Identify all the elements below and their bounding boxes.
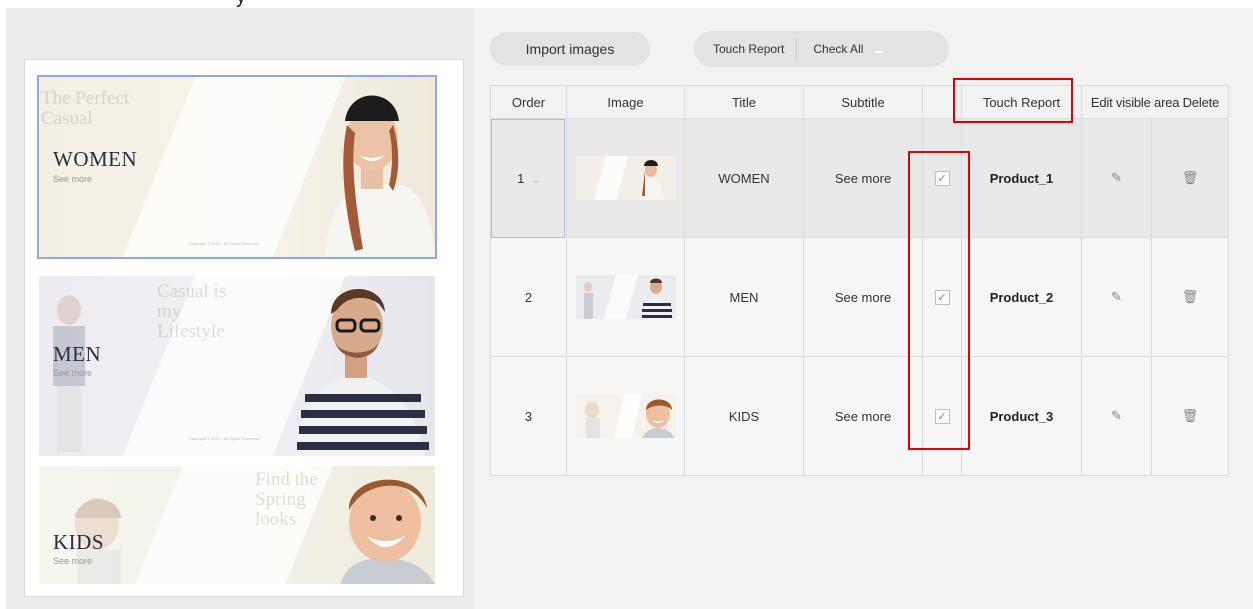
check-all-dropdown[interactable]: Check All bbox=[797, 42, 884, 56]
checkbox-column-highlight bbox=[908, 151, 970, 450]
header-subtitle: Subtitle bbox=[803, 85, 923, 119]
thumbnail-image bbox=[575, 394, 676, 438]
trash-icon[interactable]: 🗑 bbox=[1182, 408, 1199, 423]
header-edit-delete: Edit visible area Delete bbox=[1081, 85, 1229, 119]
touch-report-value: Product_3 bbox=[989, 408, 1054, 424]
banner-title: MEN bbox=[53, 342, 102, 366]
pencil-icon[interactable]: ✎ bbox=[1111, 289, 1122, 304]
thumbnail-image bbox=[575, 275, 676, 319]
banner-title: WOMEN bbox=[53, 147, 138, 171]
thumbnail-men[interactable] bbox=[575, 275, 676, 319]
banner-subtitle: See more bbox=[53, 368, 93, 378]
banner-men[interactable]: Casual is my Lifestyle MEN See more Copy… bbox=[39, 276, 435, 456]
banner-women[interactable]: The Perfect Casual WOMEN See more Copyri… bbox=[37, 75, 437, 259]
touch-report-button[interactable]: Touch Report bbox=[694, 38, 798, 60]
delete-cell: 🗑 bbox=[1151, 237, 1229, 357]
header-order: Order bbox=[490, 85, 567, 119]
touch-report-cell[interactable]: Product_1 bbox=[961, 118, 1082, 238]
thumbnail-women[interactable] bbox=[575, 156, 676, 200]
image-table: Order Image Title Subtitle Touch Report … bbox=[490, 85, 1229, 476]
image-cell bbox=[566, 118, 685, 238]
subtitle-cell[interactable]: See more bbox=[803, 237, 923, 357]
order-focus-outline bbox=[491, 119, 565, 238]
woman-photo bbox=[325, 95, 435, 257]
banner-title: KIDS bbox=[53, 530, 105, 554]
touch-report-header-highlight bbox=[953, 78, 1073, 123]
title-cell[interactable]: WOMEN bbox=[684, 118, 804, 238]
image-cell bbox=[566, 237, 685, 357]
banner-kids[interactable]: Find the Spring looks KIDS See more bbox=[39, 466, 435, 584]
touch-report-cell[interactable]: Product_3 bbox=[961, 356, 1082, 476]
banner-subtitle: See more bbox=[53, 556, 93, 566]
thumbnail-image bbox=[575, 156, 676, 200]
chevron-down-icon bbox=[875, 51, 884, 53]
pencil-icon[interactable]: ✎ bbox=[1111, 408, 1122, 423]
subtitle-cell[interactable]: See more bbox=[803, 356, 923, 476]
pencil-icon[interactable]: ✎ bbox=[1111, 170, 1122, 185]
man-photo bbox=[295, 288, 429, 456]
table-row: 2 MEN See more ✓ Product_2 ✎ 🗑 bbox=[490, 237, 1229, 357]
table-row: 1 ⌄ WOMEN See more ✓ Product_1 ✎ 🗑 bbox=[490, 118, 1229, 238]
order-cell[interactable]: 1 ⌄ bbox=[490, 118, 567, 238]
order-cell[interactable]: 2 bbox=[490, 237, 567, 357]
title-cell[interactable]: KIDS bbox=[684, 356, 804, 476]
banner-subtitle: See more bbox=[53, 174, 93, 184]
banner-fine-print: Copyright © 2017 · All Rights Reserved bbox=[189, 241, 259, 246]
edit-cell: ✎ bbox=[1081, 356, 1152, 476]
subtitle-cell[interactable]: See more bbox=[803, 118, 923, 238]
edit-cell: ✎ bbox=[1081, 237, 1152, 357]
report-segmented-control: Touch Report Check All bbox=[694, 31, 949, 67]
kid-photo bbox=[341, 479, 435, 584]
trash-icon[interactable]: 🗑 bbox=[1182, 289, 1199, 304]
delete-cell: 🗑 bbox=[1151, 356, 1229, 476]
app-stage: y The Perfect Casual WOMEN See more bbox=[0, 0, 1253, 609]
banner-fine-print: Copyright © 2017 · All Rights Reserved bbox=[189, 436, 259, 441]
table-row: 3 KIDS See more ✓ Product_3 ✎ 🗑 bbox=[490, 356, 1229, 476]
banner-ghost-text: The Perfect Casual bbox=[41, 88, 130, 129]
table-header-row: Order Image Title Subtitle Touch Report … bbox=[490, 85, 1229, 119]
delete-cell: 🗑 bbox=[1151, 118, 1229, 238]
preview-panel: The Perfect Casual WOMEN See more Copyri… bbox=[6, 8, 473, 609]
header-image: Image bbox=[566, 85, 685, 119]
header-title: Title bbox=[684, 85, 804, 119]
edit-cell: ✎ bbox=[1081, 118, 1152, 238]
banner-ghost-text: Find the Spring looks bbox=[255, 469, 318, 530]
title-cell[interactable]: MEN bbox=[684, 237, 804, 357]
check-all-label: Check All bbox=[813, 42, 864, 56]
banner-ghost-text: Casual is my Lifestyle bbox=[157, 281, 227, 342]
thumbnail-kids[interactable] bbox=[575, 394, 676, 438]
image-cell bbox=[566, 356, 685, 476]
touch-report-value: Product_1 bbox=[989, 170, 1054, 186]
trash-icon[interactable]: 🗑 bbox=[1182, 170, 1199, 185]
touch-report-value: Product_2 bbox=[989, 289, 1054, 305]
touch-report-cell[interactable]: Product_2 bbox=[961, 237, 1082, 357]
preview-card: The Perfect Casual WOMEN See more Copyri… bbox=[24, 59, 464, 597]
settings-panel: Import images Touch Report Check All Ord… bbox=[473, 8, 1253, 609]
order-cell[interactable]: 3 bbox=[490, 356, 567, 476]
import-images-button[interactable]: Import images bbox=[490, 32, 650, 66]
